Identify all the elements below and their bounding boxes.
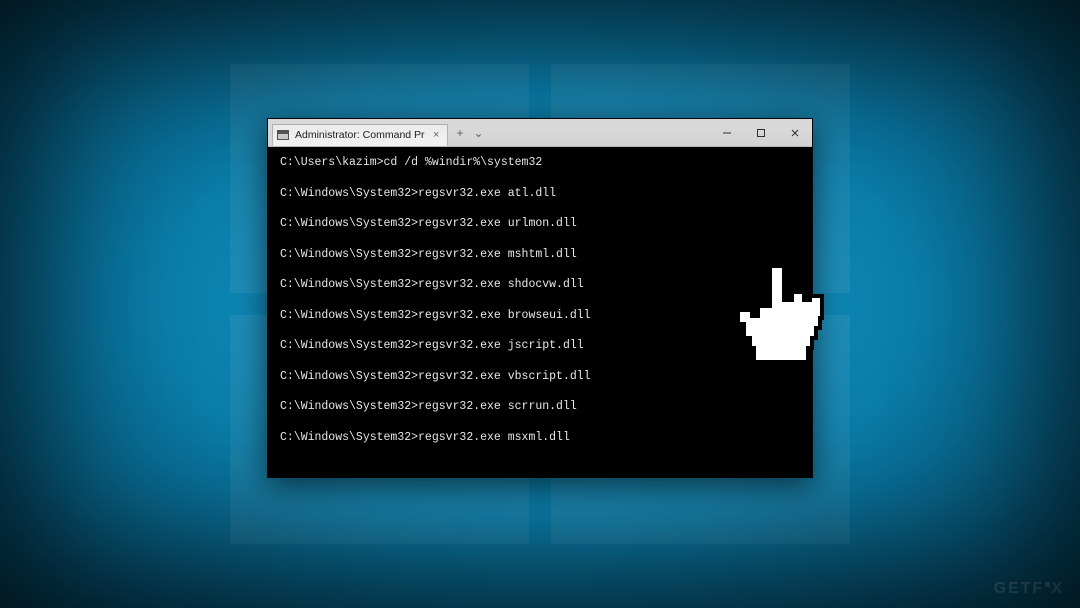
terminal-line: C:\Windows\System32>regsvr32.exe scrrun.…	[280, 401, 800, 413]
terminal-line: C:\Windows\System32>regsvr32.exe mshtml.…	[280, 249, 800, 261]
close-icon	[790, 128, 800, 138]
terminal-line: C:\Windows\System32>regsvr32.exe msxml.d…	[280, 432, 800, 444]
watermark: GETFX	[994, 580, 1064, 598]
terminal-line: C:\Windows\System32>regsvr32.exe atl.dll	[280, 188, 800, 200]
tab-close-icon[interactable]: ×	[431, 129, 441, 141]
terminal-line: C:\Windows\System32>regsvr32.exe urlmon.…	[280, 218, 800, 230]
terminal-line: C:\Windows\System32>regsvr32.exe vbscrip…	[280, 371, 800, 383]
terminal-line: C:\Windows\System32>regsvr32.exe browseu…	[280, 310, 800, 322]
terminal-line: C:\Windows\System32>regsvr32.exe shdocvw…	[280, 279, 800, 291]
tabbar-controls: + ⌄	[456, 126, 483, 140]
tab-cmd[interactable]: Administrator: Command Prom ×	[272, 124, 448, 146]
tab-dropdown-button[interactable]: ⌄	[473, 126, 483, 140]
new-tab-button[interactable]: +	[456, 126, 463, 140]
terminal-body[interactable]: C:\Users\kazim>cd /d %windir%\system32 C…	[268, 147, 812, 451]
cmd-icon	[277, 130, 289, 140]
command-prompt-window: Administrator: Command Prom × + ⌄ C:\Use…	[267, 118, 813, 478]
minimize-icon	[722, 128, 732, 138]
maximize-button[interactable]	[744, 119, 778, 146]
dot-icon	[1045, 582, 1050, 587]
titlebar: Administrator: Command Prom × + ⌄	[268, 119, 812, 147]
maximize-icon	[756, 128, 766, 138]
tab-title: Administrator: Command Prom	[295, 129, 425, 141]
window-controls	[710, 119, 812, 146]
close-button[interactable]	[778, 119, 812, 146]
terminal-line: C:\Users\kazim>cd /d %windir%\system32	[280, 157, 800, 169]
terminal-line: C:\Windows\System32>regsvr32.exe jscript…	[280, 340, 800, 352]
minimize-button[interactable]	[710, 119, 744, 146]
